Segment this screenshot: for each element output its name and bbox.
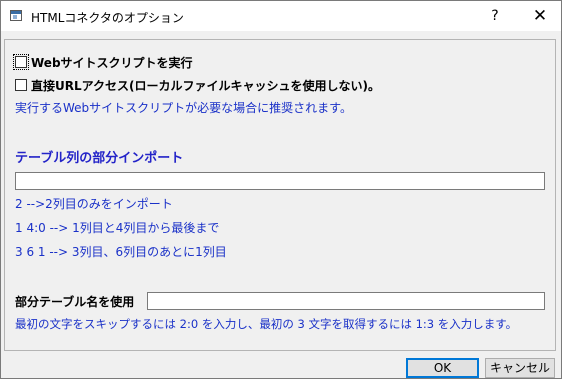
partial-table-name-input[interactable]: [147, 292, 545, 310]
example-line-1: 2 -->2列目のみをインポート: [15, 197, 173, 211]
ok-button[interactable]: OK: [406, 358, 479, 378]
partial-table-name-hint: 最初の文字をスキップするには 2:0 を入力し、最初の 3 文字を取得するには …: [15, 317, 518, 331]
partial-columns-title: テーブル列の部分インポート: [15, 151, 184, 166]
script-recommendation-note: 実行するWebサイトスクリプトが必要な場合に推奨されます。: [15, 101, 352, 115]
example-line-3: 3 6 1 --> 3列目、6列目のあとに1列目: [15, 245, 227, 259]
partial-table-name-label: 部分テーブル名を使用: [15, 295, 135, 309]
help-icon[interactable]: ?: [475, 1, 515, 31]
run-scripts-label[interactable]: Webサイトスクリプトを実行: [31, 54, 193, 71]
dialog-window: HTMLコネクタのオプション ? ✕ Webサイトスクリプトを実行 直接URLア…: [0, 0, 562, 379]
window-icon-bar: [11, 11, 21, 14]
run-scripts-checkbox[interactable]: [13, 54, 29, 70]
window-icon: [10, 10, 22, 21]
dialog-title: HTMLコネクタのオプション: [31, 11, 184, 25]
direct-url-label[interactable]: 直接URLアクセス(ローカルファイルキャッシュを使用しない)。: [31, 77, 380, 94]
title-bar: HTMLコネクタのオプション ? ✕: [1, 1, 561, 31]
options-panel: Webサイトスクリプトを実行 直接URLアクセス(ローカルファイルキャッシュを使…: [4, 39, 556, 351]
partial-columns-input[interactable]: [15, 172, 545, 190]
window-icon-pane: [13, 15, 17, 19]
direct-url-checkbox[interactable]: [15, 79, 27, 91]
close-icon[interactable]: ✕: [519, 1, 561, 31]
cancel-button[interactable]: キャンセル: [485, 358, 555, 378]
example-line-2: 1 4:0 --> 1列目と4列目から最後まで: [15, 221, 220, 235]
